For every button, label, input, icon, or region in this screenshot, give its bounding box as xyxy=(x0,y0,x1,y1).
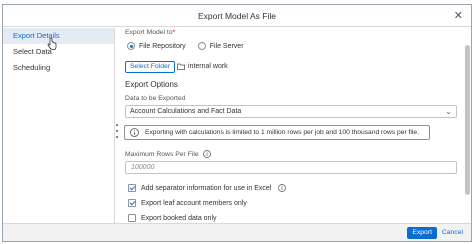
sidebar-item-export-details[interactable]: Export Details xyxy=(3,28,114,44)
data-to-be-exported-label: Data to be Exported xyxy=(125,95,186,102)
content-scrollbar[interactable] xyxy=(465,45,470,195)
selected-folder-path: internal work xyxy=(188,63,228,70)
cancel-button[interactable]: Cancel xyxy=(439,227,466,239)
radio-file-repository[interactable] xyxy=(127,42,135,50)
chevron-down-icon[interactable]: ⌄ xyxy=(445,107,452,116)
dialog-footer: Export Cancel xyxy=(3,223,471,241)
checkbox-row-separator: Add separator information for use in Exc… xyxy=(128,184,287,192)
sidebar-item-scheduling[interactable]: Scheduling xyxy=(3,60,114,76)
max-rows-label: Maximum Rows Per File xyxy=(125,151,199,158)
export-options-heading: Export Options xyxy=(125,80,178,89)
info-icon[interactable] xyxy=(203,150,211,158)
export-details-panel: Export Model to* File Repository File Se… xyxy=(116,28,461,223)
max-rows-placeholder: 100000 xyxy=(131,164,155,171)
info-message-strip: Exporting with calculations is limited t… xyxy=(124,125,430,140)
radio-label-file-server[interactable]: File Server xyxy=(210,43,244,50)
dialog-title: Export Model As File xyxy=(198,11,276,21)
info-drag-handle[interactable] xyxy=(116,124,119,138)
data-to-be-exported-value: Account Calculations and Fact Data xyxy=(130,108,242,115)
export-button[interactable]: Export xyxy=(407,227,437,239)
select-folder-button[interactable]: Select Folder xyxy=(125,61,176,73)
max-rows-input[interactable]: 100000 xyxy=(125,161,457,174)
checkbox-row-leaf-members: Export leaf account members only xyxy=(128,199,247,207)
export-destination-radio-group: File Repository File Server xyxy=(127,42,252,50)
booked-data-label[interactable]: Export booked data only xyxy=(141,215,217,222)
data-to-be-exported-select[interactable]: Account Calculations and Fact Data ⌄ xyxy=(125,105,457,118)
export-model-dialog: Export Model As File ✕ Export Details Se… xyxy=(2,4,472,242)
separator-info-checkbox[interactable] xyxy=(128,184,136,192)
info-icon[interactable] xyxy=(278,184,287,192)
booked-data-checkbox[interactable] xyxy=(128,214,136,222)
checkbox-row-booked-data: Export booked data only xyxy=(128,214,217,222)
hand-cursor-icon xyxy=(47,38,57,50)
sidebar-item-select-data[interactable]: Select Data xyxy=(3,44,114,60)
close-icon[interactable]: ✕ xyxy=(454,9,463,22)
sidebar: Export Details Select Data Scheduling xyxy=(3,28,115,223)
export-model-to-label: Export Model to* xyxy=(125,29,176,36)
radio-label-file-repository[interactable]: File Repository xyxy=(139,43,186,50)
folder-icon xyxy=(177,63,185,70)
leaf-members-checkbox[interactable] xyxy=(128,199,136,207)
info-icon xyxy=(130,128,139,137)
dialog-titlebar: Export Model As File ✕ xyxy=(3,5,471,27)
leaf-members-label[interactable]: Export leaf account members only xyxy=(141,200,247,207)
separator-info-label[interactable]: Add separator information for use in Exc… xyxy=(141,185,271,192)
radio-file-server[interactable] xyxy=(197,42,206,50)
info-message-text: Exporting with calculations is limited t… xyxy=(145,129,419,136)
